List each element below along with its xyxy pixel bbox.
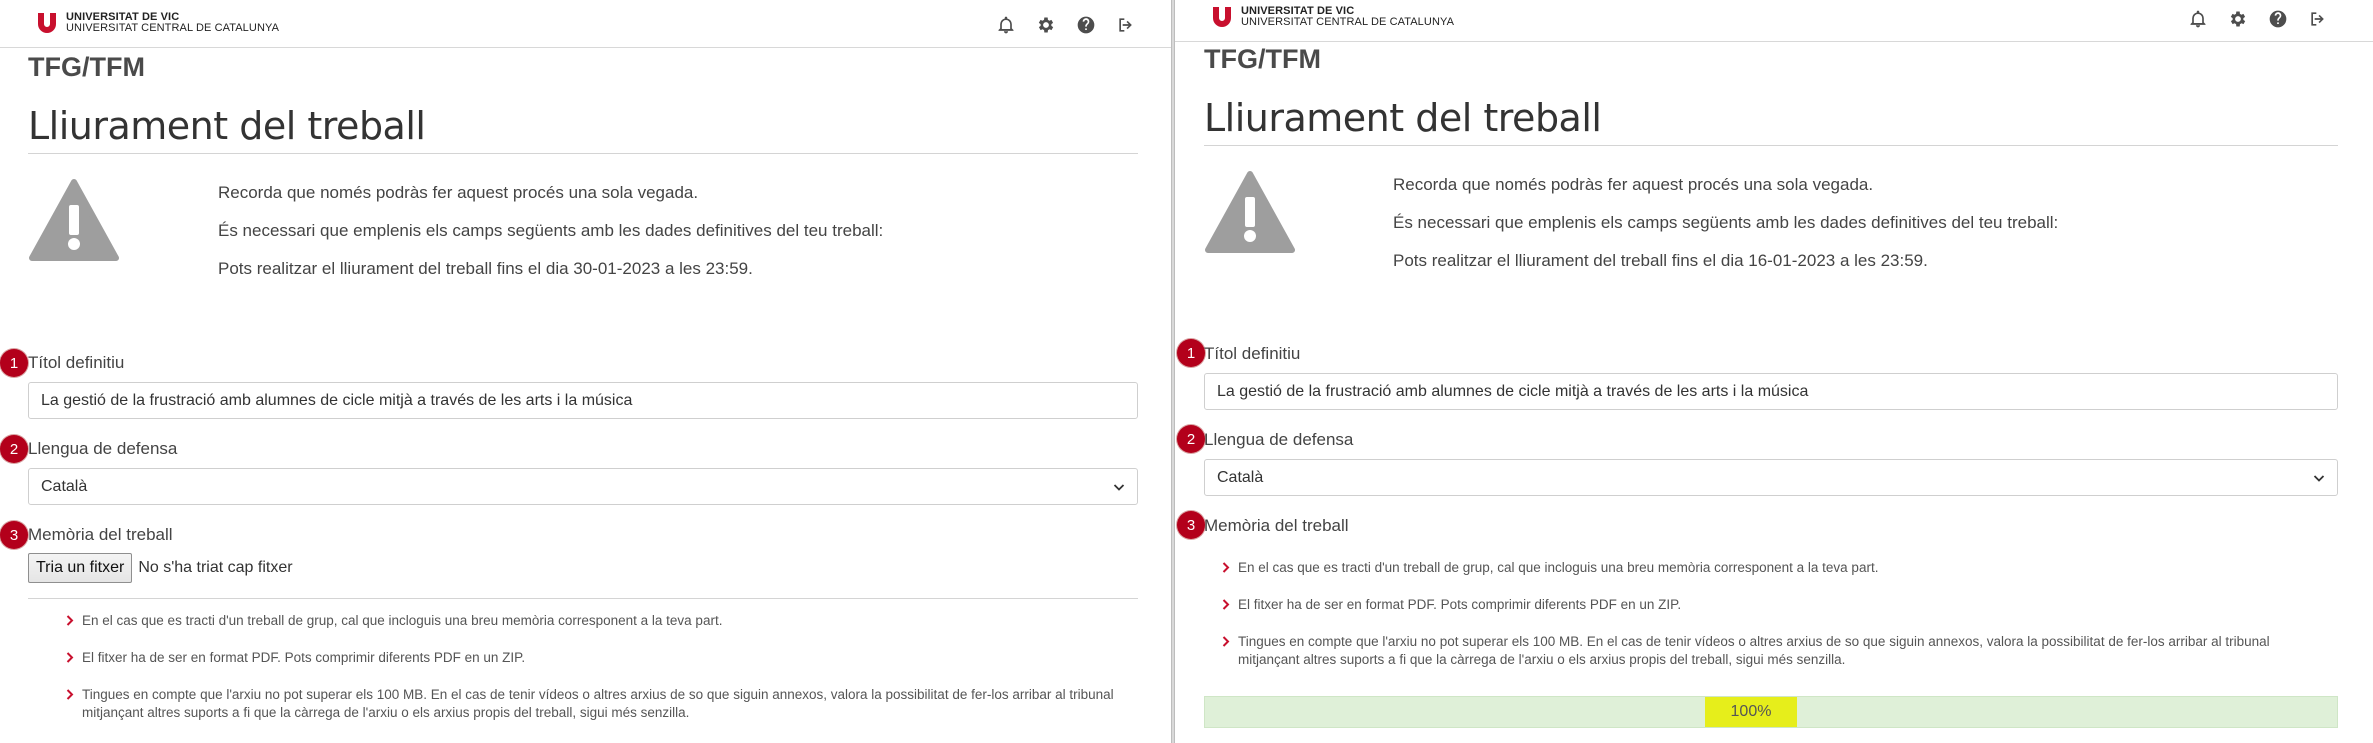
- gear-icon[interactable]: [1035, 14, 1057, 36]
- step-badge-3: 3: [0, 521, 28, 549]
- file-picker: Tria un fitxer No s'ha triat cap fitxer: [28, 553, 293, 583]
- bell-icon[interactable]: [2187, 8, 2209, 30]
- note-text: En el cas que es tracti d'un treball de …: [1238, 560, 1879, 575]
- university-logo[interactable]: UNIVERSITAT DE VIC UNIVERSITAT CENTRAL D…: [1211, 6, 1454, 28]
- right-pane: UNIVERSITAT DE VIC UNIVERSITAT CENTRAL D…: [1175, 0, 2373, 743]
- list-item: Tingues en compte que l'arxiu no pot sup…: [1222, 633, 2332, 669]
- defense-language-label: Llengua de defensa: [1204, 430, 1354, 449]
- title-divider: [1204, 145, 2338, 146]
- top-icons: [2187, 8, 2329, 30]
- bell-icon[interactable]: [995, 14, 1017, 36]
- choose-file-button[interactable]: Tria un fitxer: [28, 553, 133, 583]
- logout-icon[interactable]: [1115, 14, 1137, 36]
- upload-notes: En el cas que es tracti d'un treball de …: [66, 612, 1126, 741]
- defense-language-select[interactable]: Català: [28, 468, 1138, 505]
- defense-language-value: Català: [1217, 468, 1264, 486]
- final-title-label: Títol definitiu: [28, 353, 125, 372]
- note-text: En el cas que es tracti d'un treball de …: [82, 613, 723, 628]
- list-item: En el cas que es tracti d'un treball de …: [1222, 559, 2332, 577]
- final-title-label: Títol definitiu: [1204, 344, 1301, 363]
- university-logo[interactable]: UNIVERSITAT DE VIC UNIVERSITAT CENTRAL D…: [36, 12, 279, 34]
- note-text: Tingues en compte que l'arxiu no pot sup…: [82, 687, 1114, 720]
- note-text: El fitxer ha de ser en format PDF. Pots …: [82, 650, 526, 665]
- step-badge-3: 3: [1177, 511, 1205, 539]
- help-icon[interactable]: [2267, 8, 2289, 30]
- section-heading: TFG/TFM: [1204, 44, 1321, 74]
- upload-notes: En el cas que es tracti d'un treball de …: [1222, 559, 2332, 688]
- chevron-right-icon: [1222, 562, 1230, 573]
- chevron-right-icon: [66, 689, 74, 700]
- defense-language-label: Llengua de defensa: [28, 439, 178, 458]
- page-title: Lliurament del treball: [1204, 96, 1602, 140]
- page-title: Lliurament del treball: [28, 104, 426, 148]
- top-bar: UNIVERSITAT DE VIC UNIVERSITAT CENTRAL D…: [0, 0, 1171, 48]
- step-badge-2: 2: [0, 435, 28, 463]
- help-icon[interactable]: [1075, 14, 1097, 36]
- warning-icon: [1205, 171, 1295, 253]
- title-divider: [28, 153, 1138, 154]
- final-title-input[interactable]: La gestió de la frustració amb alumnes d…: [1204, 373, 2338, 410]
- university-name-line2: UNIVERSITAT CENTRAL DE CATALUNYA: [1241, 16, 1455, 28]
- list-item: En el cas que es tracti d'un treball de …: [66, 612, 1126, 630]
- chevron-down-icon: [2313, 474, 2325, 482]
- top-bar: UNIVERSITAT DE VIC UNIVERSITAT CENTRAL D…: [1175, 0, 2373, 42]
- section-heading: TFG/TFM: [28, 52, 145, 82]
- list-item: El fitxer ha de ser en format PDF. Pots …: [1222, 596, 2332, 614]
- gear-icon[interactable]: [2227, 8, 2249, 30]
- chevron-right-icon: [1222, 636, 1230, 647]
- work-memory-label: Memòria del treball: [1204, 516, 1349, 535]
- step-badge-2: 2: [1177, 425, 1205, 453]
- info-once: Recorda que només podràs fer aquest proc…: [218, 183, 699, 202]
- upload-progress-bar: 100%: [1204, 696, 2338, 728]
- chevron-down-icon: [1113, 483, 1125, 491]
- final-title-input[interactable]: La gestió de la frustració amb alumnes d…: [28, 382, 1138, 419]
- info-deadline: Pots realitzar el lliurament del treball…: [1393, 251, 1928, 270]
- top-icons: [995, 14, 1137, 36]
- defense-language-select[interactable]: Català: [1204, 459, 2338, 496]
- step-badge-1: 1: [0, 349, 28, 377]
- info-fill-fields: És necessari que emplenis els camps segü…: [1393, 213, 2059, 232]
- uvic-logo-icon: [38, 13, 56, 33]
- work-memory-label: Memòria del treball: [28, 525, 173, 544]
- warning-icon: [29, 179, 119, 261]
- step-badge-1: 1: [1177, 339, 1205, 367]
- chevron-right-icon: [66, 652, 74, 663]
- list-item: El fitxer ha de ser en format PDF. Pots …: [66, 649, 1126, 667]
- note-text: Tingues en compte que l'arxiu no pot sup…: [1238, 634, 2270, 667]
- defense-language-value: Català: [41, 477, 88, 495]
- logout-icon[interactable]: [2307, 8, 2329, 30]
- list-item: Tingues en compte que l'arxiu no pot sup…: [66, 686, 1126, 722]
- info-block: Recorda que només podràs fer aquest proc…: [1393, 175, 2058, 289]
- chevron-right-icon: [66, 615, 74, 626]
- note-text: El fitxer ha de ser en format PDF. Pots …: [1238, 597, 1682, 612]
- uvic-logo-icon: [1213, 7, 1231, 27]
- info-deadline: Pots realitzar el lliurament del treball…: [218, 259, 753, 278]
- left-pane: UNIVERSITAT DE VIC UNIVERSITAT CENTRAL D…: [0, 0, 1171, 743]
- file-status: No s'ha triat cap fitxer: [138, 559, 293, 576]
- info-fill-fields: És necessari que emplenis els camps segü…: [218, 221, 884, 240]
- file-divider: [28, 598, 1138, 599]
- info-block: Recorda que només podràs fer aquest proc…: [218, 183, 883, 297]
- info-once: Recorda que només podràs fer aquest proc…: [1393, 175, 1874, 194]
- upload-progress-label: 100%: [1730, 703, 1772, 720]
- university-name-line2: UNIVERSITAT CENTRAL DE CATALUNYA: [66, 22, 280, 34]
- chevron-right-icon: [1222, 599, 1230, 610]
